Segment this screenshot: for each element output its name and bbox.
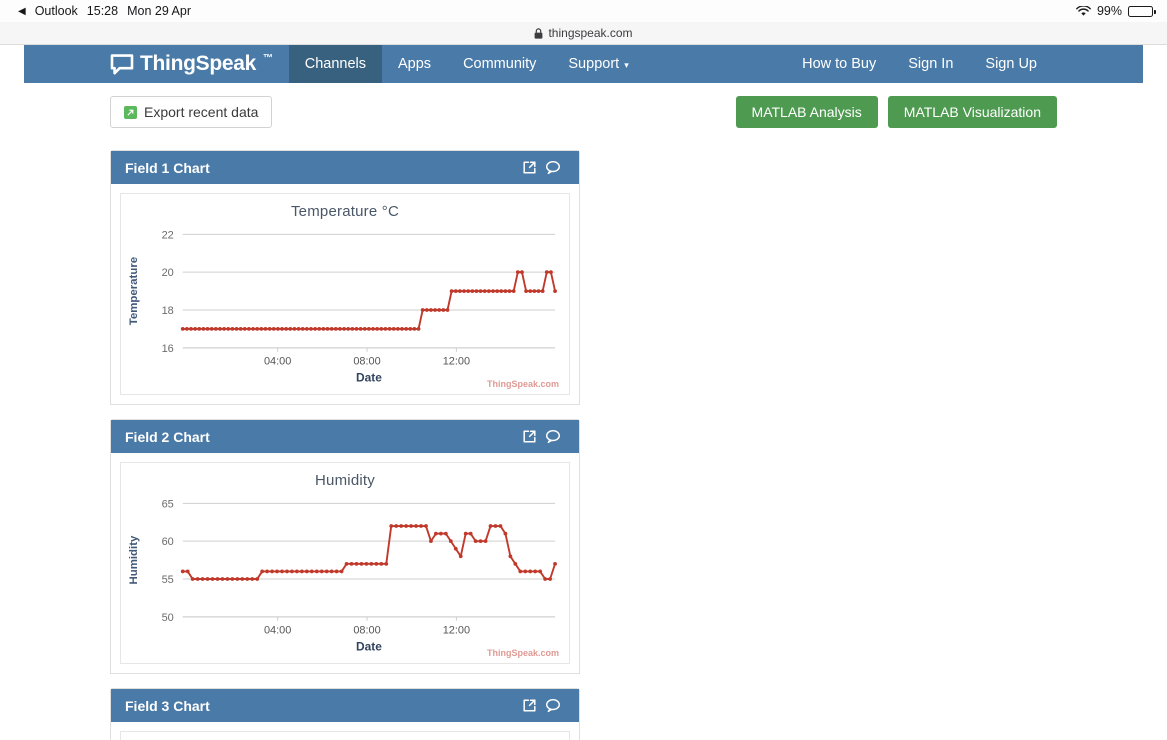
nav-item-apps-label: Apps [398, 56, 432, 72]
ios-status-bar: ◀ Outlook 15:28 Mon 29 Apr 99% [0, 0, 1167, 22]
nav-item-community[interactable]: Community [447, 45, 552, 83]
plot-field-1: 16 18 20 22 04:00 08:00 12:00 Temperature Date [121, 224, 569, 394]
nav-item-how-to-buy-label: How to Buy [802, 56, 877, 72]
external-link-icon[interactable] [517, 429, 541, 444]
brand-name: ThingSpeak [140, 52, 257, 75]
browser-url-bar[interactable]: thingspeak.com [0, 22, 1167, 45]
battery-icon [1128, 5, 1156, 17]
svg-text:08:00: 08:00 [353, 356, 380, 368]
svg-text:04:00: 04:00 [264, 625, 291, 637]
comment-bubble-icon[interactable] [541, 429, 565, 444]
panel-field-2-title: Field 2 Chart [125, 428, 210, 445]
charts-grid: Field 1 Chart Temperature °C 16 18 20 22… [24, 150, 1143, 740]
nav-item-apps[interactable]: Apps [382, 45, 447, 83]
panel-field-2-header: Field 2 Chart [111, 420, 579, 453]
status-bar-left: ◀ Outlook 15:28 Mon 29 Apr [18, 4, 191, 18]
panel-field-3-header: Field 3 Chart [111, 689, 579, 722]
matlab-visualization-button[interactable]: MATLAB Visualization [887, 96, 1057, 128]
svg-text:22: 22 [162, 229, 174, 241]
url-text: thingspeak.com [548, 26, 633, 40]
panel-field-3-title: Field 3 Chart [125, 697, 210, 714]
panel-field-1: Field 1 Chart Temperature °C 16 18 20 22… [110, 150, 580, 405]
svg-text:Date: Date [356, 371, 382, 385]
main-navbar: ThingSpeak ™ Channels Apps Community Supp… [24, 45, 1143, 83]
back-app-label[interactable]: Outlook [35, 4, 78, 18]
wifi-icon [1076, 5, 1091, 17]
plot-field-2: 50 55 60 65 04:00 08:00 12:00 Humidity Date [121, 493, 569, 663]
comment-bubble-icon[interactable] [541, 160, 565, 175]
panel-field-3-body: Sound Intensity dB 025507504:0008:0012:0… [111, 722, 579, 740]
svg-text:20: 20 [162, 267, 174, 279]
svg-text:12:00: 12:00 [443, 356, 470, 368]
nav-item-channels-label: Channels [304, 56, 366, 72]
external-link-icon[interactable] [517, 160, 541, 175]
svg-text:12:00: 12:00 [443, 625, 470, 637]
chart-watermark-field-1: ThingSpeak.com [486, 379, 559, 389]
chart-title-field-3: Sound Intensity dB [121, 732, 569, 740]
svg-text:08:00: 08:00 [353, 625, 380, 637]
svg-text:18: 18 [162, 305, 174, 317]
panel-field-1-body: Temperature °C 16 18 20 22 04:00 08:00 12:00 Te… [111, 184, 579, 404]
chart-card-field-3: Sound Intensity dB 025507504:0008:0012:0… [120, 731, 570, 740]
svg-text:16: 16 [162, 343, 174, 355]
battery-percent-label: 99% [1096, 4, 1122, 18]
nav-item-sign-in-label: Sign In [908, 56, 954, 72]
export-icon [124, 105, 137, 119]
svg-text:04:00: 04:00 [264, 356, 291, 368]
external-link-icon[interactable] [517, 698, 541, 713]
navbar-spacer [645, 45, 786, 83]
nav-item-sign-up[interactable]: Sign Up [969, 45, 1053, 83]
nav-item-channels[interactable]: Channels [288, 45, 382, 83]
nav-item-support-label: Support [568, 56, 620, 72]
chart-title-field-2: Humidity [315, 472, 375, 489]
status-bar-date: Mon 29 Apr [127, 4, 192, 18]
export-recent-data-button[interactable]: Export recent data [110, 96, 273, 128]
svg-text:Date: Date [356, 640, 382, 654]
status-bar-time: 15:28 [86, 4, 119, 18]
export-recent-data-label: Export recent data [144, 104, 259, 120]
comment-bubble-icon[interactable] [541, 698, 565, 713]
chart-watermark-field-2: ThingSpeak.com [486, 648, 559, 658]
svg-text:50: 50 [162, 612, 174, 624]
nav-item-sign-up-label: Sign Up [985, 56, 1037, 72]
svg-text:60: 60 [162, 536, 174, 548]
channel-toolbar: Export recent data MATLAB Analysis MATLA… [24, 96, 1143, 128]
panel-field-2: Field 2 Chart Humidity 50 55 60 65 04:00… [110, 419, 580, 674]
svg-text:Temperature: Temperature [128, 257, 140, 325]
svg-text:55: 55 [162, 574, 174, 586]
lock-icon [534, 27, 543, 39]
svg-text:Humidity: Humidity [128, 535, 140, 585]
page-viewport: ThingSpeak ™ Channels Apps Community Supp… [0, 45, 1167, 740]
trademark-symbol: ™ [263, 52, 273, 64]
thingspeak-logo[interactable]: ThingSpeak ™ [24, 45, 289, 83]
chart-title-field-1: Temperature °C [290, 203, 399, 220]
speech-bubble-logo-icon [110, 53, 134, 75]
panel-field-2-body: Humidity 50 55 60 65 04:00 08:00 12:00 Humidity… [111, 453, 579, 673]
matlab-analysis-button[interactable]: MATLAB Analysis [735, 96, 878, 128]
chart-card-field-1: Temperature °C 16 18 20 22 04:00 08:00 12:00 Te… [120, 193, 570, 395]
panel-field-3: Field 3 Chart [110, 688, 580, 740]
chevron-down-icon: ▾ [624, 59, 629, 70]
nav-secondary-items: How to Buy Sign In Sign Up [786, 45, 1143, 83]
back-arrow-icon[interactable]: ◀ [18, 7, 26, 17]
nav-item-sign-in[interactable]: Sign In [892, 45, 969, 83]
nav-primary-items: Channels Apps Community Support ▾ [288, 45, 645, 83]
nav-item-how-to-buy[interactable]: How to Buy [786, 45, 892, 83]
panel-field-1-title: Field 1 Chart [125, 159, 210, 176]
nav-item-community-label: Community [463, 56, 537, 72]
svg-text:65: 65 [162, 498, 174, 510]
nav-item-support[interactable]: Support ▾ [552, 45, 644, 83]
status-bar-right: 99% [1076, 4, 1156, 18]
chart-card-field-2: Humidity 50 55 60 65 04:00 08:00 12:00 Humidity… [120, 462, 570, 664]
panel-field-1-header: Field 1 Chart [111, 151, 579, 184]
